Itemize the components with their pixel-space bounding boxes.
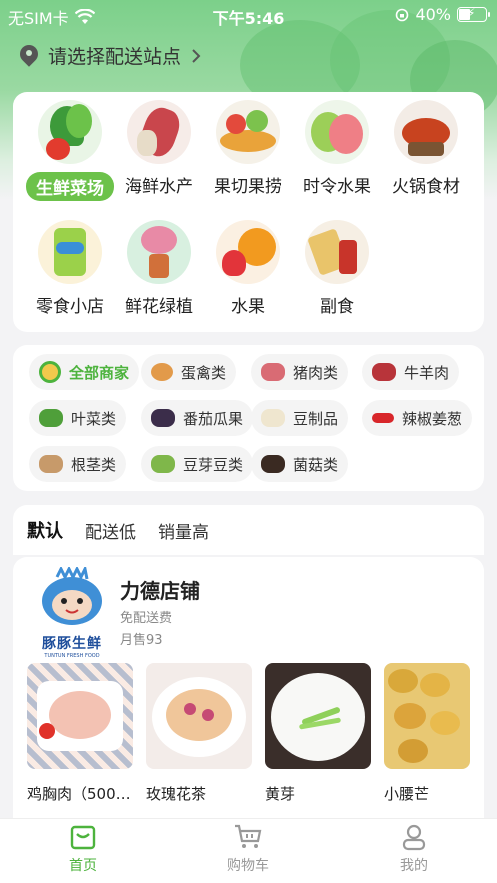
eggplant-icon: [151, 409, 175, 427]
vegetables-icon: [38, 100, 102, 164]
orientation-lock-icon: [396, 8, 409, 21]
category-item-seasonal-fruit[interactable]: 时令水果: [291, 100, 383, 197]
shop-name: 力德店铺: [120, 579, 200, 603]
filter-chip-all[interactable]: 全部商家: [29, 354, 140, 390]
egg-icon: [151, 363, 173, 381]
status-bar: 无SIM卡 下午5:46 40% ⚡: [0, 0, 497, 30]
product-image-mango: [384, 663, 470, 769]
product-image-huangya: [265, 663, 371, 769]
category-label: 火锅食材: [392, 177, 460, 197]
product-name: 黄芽: [265, 785, 296, 803]
product-image-chicken: [27, 663, 133, 769]
flower-icon: [127, 220, 191, 284]
shop-card[interactable]: 豚豚生鲜 TUNTUN FRESH FOOD 力德店铺 免配送费 月售93 鸡胸…: [13, 557, 484, 819]
station-label: 请选择配送站点: [48, 46, 182, 68]
category-item-groceries[interactable]: 副食: [291, 220, 383, 317]
category-item-fruit-platter[interactable]: 果切果捞: [202, 100, 294, 197]
mascot-icon: [42, 564, 102, 625]
product-name: 小腰芒: [384, 785, 430, 803]
orange-icon: [216, 220, 280, 284]
category-label: 海鲜水产: [125, 177, 193, 197]
user-icon: [402, 824, 426, 851]
fruit-platter-icon: [216, 100, 280, 164]
logo-brand-text: 豚豚生鲜: [42, 636, 102, 652]
guava-icon: [305, 100, 369, 164]
tab-cart[interactable]: 购物车: [208, 823, 288, 875]
leafy-greens-icon: [39, 409, 63, 427]
battery-percent: 40%: [415, 5, 451, 24]
filter-chip-tomato-melon[interactable]: 番茄瓜果: [141, 400, 254, 436]
filter-chip-sprouts-beans[interactable]: 豆芽豆类: [141, 446, 254, 482]
category-item-fresh-veg[interactable]: 生鲜菜场: [24, 100, 116, 201]
category-label: 果切果捞: [214, 177, 282, 197]
tab-mine[interactable]: 我的: [374, 823, 454, 875]
root-vegetable-icon: [39, 455, 63, 473]
pork-icon: [261, 363, 285, 381]
seafood-icon: [127, 100, 191, 164]
category-label: 鲜花绿植: [125, 297, 193, 317]
category-item-snacks[interactable]: 零食小店: [24, 220, 116, 317]
filter-chip-eggs[interactable]: 蛋禽类: [141, 354, 237, 390]
groceries-icon: [305, 220, 369, 284]
location-pin-icon: [16, 40, 42, 67]
category-item-seafood[interactable]: 海鲜水产: [113, 100, 205, 197]
product-item[interactable]: 小腰芒: [384, 663, 470, 804]
category-item-flowers[interactable]: 鲜花绿植: [113, 220, 205, 317]
product-name: 玫瑰花茶: [146, 785, 207, 803]
filter-chip-chili-ginger[interactable]: 辣椒姜葱: [362, 400, 473, 436]
product-image-rose-tea: [146, 663, 252, 769]
chili-icon: [372, 413, 394, 423]
sort-bar: 默认 配送低 销量高: [13, 505, 484, 555]
hotpot-icon: [394, 100, 458, 164]
home-bag-icon: [70, 825, 96, 850]
beef-icon: [372, 363, 396, 381]
cart-icon: [235, 824, 262, 848]
bean-sprout-icon: [151, 455, 175, 473]
delivery-station-selector[interactable]: 请选择配送站点: [16, 40, 201, 69]
tofu-icon: [261, 409, 285, 427]
category-item-fruit[interactable]: 水果: [202, 220, 294, 317]
bottom-tab-bar: 首页 购物车 我的: [0, 818, 497, 883]
shop-logo: 豚豚生鲜 TUNTUN FRESH FOOD: [27, 564, 117, 659]
filter-chip-leafy-veg[interactable]: 叶菜类: [29, 400, 127, 436]
chips-icon: [38, 220, 102, 284]
sort-sales-high[interactable]: 销量高: [158, 518, 209, 543]
filter-chip-beef-lamb[interactable]: 牛羊肉: [362, 354, 460, 390]
category-grid: 生鲜菜场 海鲜水产 果切果捞 时令水果 火锅食材 零食小店 鲜花绿植 水果 副食: [13, 92, 484, 332]
all-merchants-icon: [39, 361, 61, 383]
filter-chip-root-veg[interactable]: 根茎类: [29, 446, 127, 482]
category-item-hotpot[interactable]: 火锅食材: [380, 100, 472, 197]
shop-delivery-fee: 免配送费: [120, 611, 173, 626]
category-label: 生鲜菜场: [26, 172, 114, 201]
product-item[interactable]: 鸡胸肉（500…: [27, 663, 133, 804]
product-item[interactable]: 玫瑰花茶: [146, 663, 252, 804]
battery-icon: ⚡: [457, 6, 490, 22]
sort-default[interactable]: 默认: [27, 517, 63, 543]
product-name: 鸡胸肉（500…: [27, 785, 131, 803]
tab-home[interactable]: 首页: [43, 823, 123, 875]
filter-chip-pork[interactable]: 猪肉类: [251, 354, 349, 390]
mushroom-icon: [261, 455, 285, 473]
filter-chip-tofu[interactable]: 豆制品: [251, 400, 349, 436]
product-item[interactable]: 黄芽: [265, 663, 371, 804]
filter-chip-mushrooms[interactable]: 菌菇类: [251, 446, 349, 482]
category-label: 副食: [320, 297, 354, 317]
merchant-filter-panel: 全部商家 蛋禽类 猪肉类 牛羊肉 叶菜类 番茄瓜果 豆制品 辣椒姜葱 根茎类 豆…: [13, 345, 484, 491]
category-label: 水果: [231, 297, 265, 317]
sort-delivery-low[interactable]: 配送低: [85, 518, 136, 543]
category-label: 零食小店: [36, 297, 104, 317]
shop-monthly-sales: 月售93: [120, 633, 163, 648]
category-label: 时令水果: [303, 177, 371, 197]
chevron-right-icon: [192, 48, 201, 63]
logo-sub-text: TUNTUN FRESH FOOD: [44, 653, 100, 659]
